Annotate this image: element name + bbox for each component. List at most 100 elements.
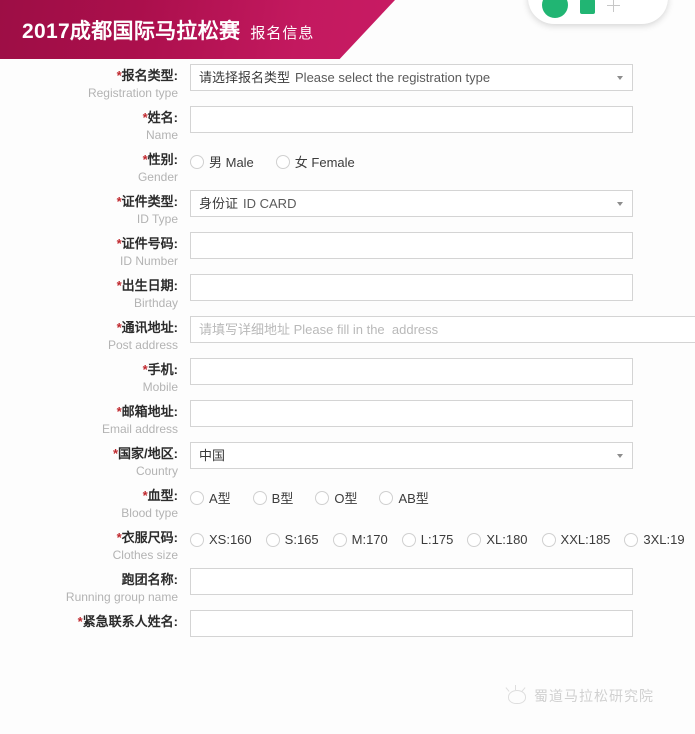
form-label-cn: *通讯地址:: [116, 320, 178, 335]
radio-option[interactable]: A型: [190, 488, 231, 507]
form-row: *通讯地址: Post address: [0, 311, 695, 353]
radio-button-icon[interactable]: [265, 532, 280, 547]
form-label-en: Birthday: [133, 296, 178, 310]
form-label-en: Clothes size: [112, 548, 178, 562]
radio-option[interactable]: AB型: [379, 488, 429, 507]
radio-button-icon[interactable]: [190, 490, 204, 505]
form-row: *手机: Mobile: [0, 353, 695, 395]
required-asterisk: *: [116, 194, 122, 209]
form-row: *衣服尺码: Clothes size XS:160 S:165 M:170 L:175 X…: [0, 521, 695, 563]
form-row: *紧急联系人姓名:: [0, 605, 695, 637]
input-mobile[interactable]: [190, 358, 633, 385]
form-field-cell: [190, 101, 695, 133]
input-email-address[interactable]: [190, 400, 633, 427]
form-label-cell: *报名类型: Registration type: [0, 59, 190, 101]
form-label-cn: *出生日期:: [116, 278, 178, 293]
radio-button-icon[interactable]: [624, 532, 639, 547]
form-label-en: ID Number: [119, 254, 178, 268]
radio-button-icon[interactable]: [401, 532, 416, 547]
radio-option[interactable]: M:170: [332, 532, 388, 547]
chevron-down-icon: [617, 202, 623, 206]
wechat-record-circle-icon[interactable]: [542, 0, 568, 18]
radio-option-label: O型: [334, 491, 358, 506]
radio-button-icon[interactable]: [315, 490, 330, 505]
radio-option[interactable]: L:175: [401, 532, 454, 547]
page-subtitle: 报名信息: [250, 24, 315, 42]
page-title: 2017成都国际马拉松赛: [22, 19, 241, 43]
form-row: *报名类型: Registration type 请选择报名类型 Please sel…: [0, 59, 695, 101]
radio-group: 男 Male 女 Female: [190, 148, 695, 175]
input-post-address[interactable]: [190, 316, 695, 343]
radio-option[interactable]: S:165: [265, 532, 319, 547]
form-field-cell: XS:160 S:165 M:170 L:175 XL:180 XXL:185 3XL:19: [190, 521, 695, 553]
select-country[interactable]: 中国: [190, 442, 633, 469]
form-label-cn: *国家/地区:: [112, 446, 178, 461]
form-label-cell: *通讯地址: Post address: [0, 311, 190, 353]
input-id-number[interactable]: [190, 232, 633, 259]
registration-form: *报名类型: Registration type 请选择报名类型 Please sel…: [0, 59, 695, 637]
form-label-cell: *证件号码: ID Number: [0, 227, 190, 269]
select-registration-type[interactable]: 请选择报名类型 Please select the registration ty…: [190, 64, 633, 91]
radio-button-icon[interactable]: [190, 154, 204, 169]
form-label-cn: *报名类型:: [116, 68, 178, 83]
radio-button-icon[interactable]: [252, 490, 267, 505]
radio-button-icon[interactable]: [379, 490, 394, 505]
required-asterisk: *: [77, 614, 83, 629]
form-label-cell: *国家/地区: Country: [0, 437, 190, 479]
radio-option[interactable]: XS:160: [190, 532, 252, 547]
form-label-cell: 跑团名称: Running group name: [0, 563, 190, 605]
form-label-cell: *衣服尺码: Clothes size: [0, 521, 190, 563]
radio-group: A型 B型 O型 AB型: [190, 484, 695, 511]
wechat-stop-square-icon[interactable]: [580, 0, 595, 14]
form-field-cell: 请选择报名类型 Please select the registration ty…: [190, 59, 695, 91]
radio-option[interactable]: 男 Male: [190, 152, 254, 171]
form-label-cn: 跑团名称:: [121, 572, 178, 587]
form-label-cell: *证件类型: ID Type: [0, 185, 190, 227]
radio-button-icon[interactable]: [190, 532, 204, 547]
input-running-group-name[interactable]: [190, 568, 633, 595]
radio-option-label: S:165: [284, 532, 319, 547]
radio-option-label: A型: [209, 491, 231, 506]
required-asterisk: *: [116, 320, 122, 335]
form-label-cell: *性别: Gender: [0, 143, 190, 185]
radio-button-icon[interactable]: [541, 532, 556, 547]
radio-button-icon[interactable]: [467, 532, 482, 547]
wechat-account-watermark: 蜀道马拉松研究院: [505, 685, 654, 706]
required-asterisk: *: [142, 110, 148, 125]
radio-option[interactable]: XXL:185: [541, 532, 611, 547]
select-value-en: Please select the registration type: [295, 70, 491, 85]
radio-button-icon[interactable]: [275, 154, 290, 169]
form-label-en: Blood type: [121, 506, 178, 520]
form-field-cell: 男 Male 女 Female: [190, 143, 695, 175]
radio-option[interactable]: B型: [252, 488, 293, 507]
banner-inner: 2017成都国际马拉松赛 报名信息: [0, 15, 314, 45]
form-label-cn: *证件类型:: [116, 194, 178, 209]
radio-option-label: XS:160: [209, 532, 252, 547]
form-field-cell: [190, 563, 695, 595]
input-[interactable]: [190, 610, 633, 637]
radio-option[interactable]: O型: [315, 488, 357, 507]
wechat-floating-pill[interactable]: [528, 0, 668, 24]
select-value-cn: 请选择报名类型: [199, 70, 291, 85]
radio-option-label: L:175: [420, 532, 454, 547]
input-birthday[interactable]: [190, 274, 633, 301]
radio-option-label: M:170: [351, 532, 388, 547]
radio-option[interactable]: XL:180: [467, 532, 528, 547]
input-name[interactable]: [190, 106, 633, 133]
radio-button-icon[interactable]: [332, 532, 347, 547]
form-label-cell: *手机: Mobile: [0, 353, 190, 395]
required-asterisk: *: [116, 236, 122, 251]
required-asterisk: *: [112, 446, 119, 461]
radio-option[interactable]: 女 Female: [275, 152, 355, 171]
form-label-cn: *衣服尺码:: [116, 530, 178, 545]
radio-option-label: 女 Female: [294, 155, 355, 170]
radio-option[interactable]: 3XL:19: [624, 532, 685, 547]
wechat-more-icon[interactable]: [607, 0, 621, 13]
form-label-cn: *血型:: [142, 488, 178, 503]
chevron-down-icon: [617, 76, 623, 80]
form-field-cell: A型 B型 O型 AB型: [190, 479, 695, 511]
radio-option-label: XXL:185: [560, 532, 611, 547]
form-field-cell: [190, 605, 695, 637]
select-id-type[interactable]: 身份证 ID CARD: [190, 190, 633, 217]
watermark-text: 蜀道马拉松研究院: [534, 688, 654, 704]
